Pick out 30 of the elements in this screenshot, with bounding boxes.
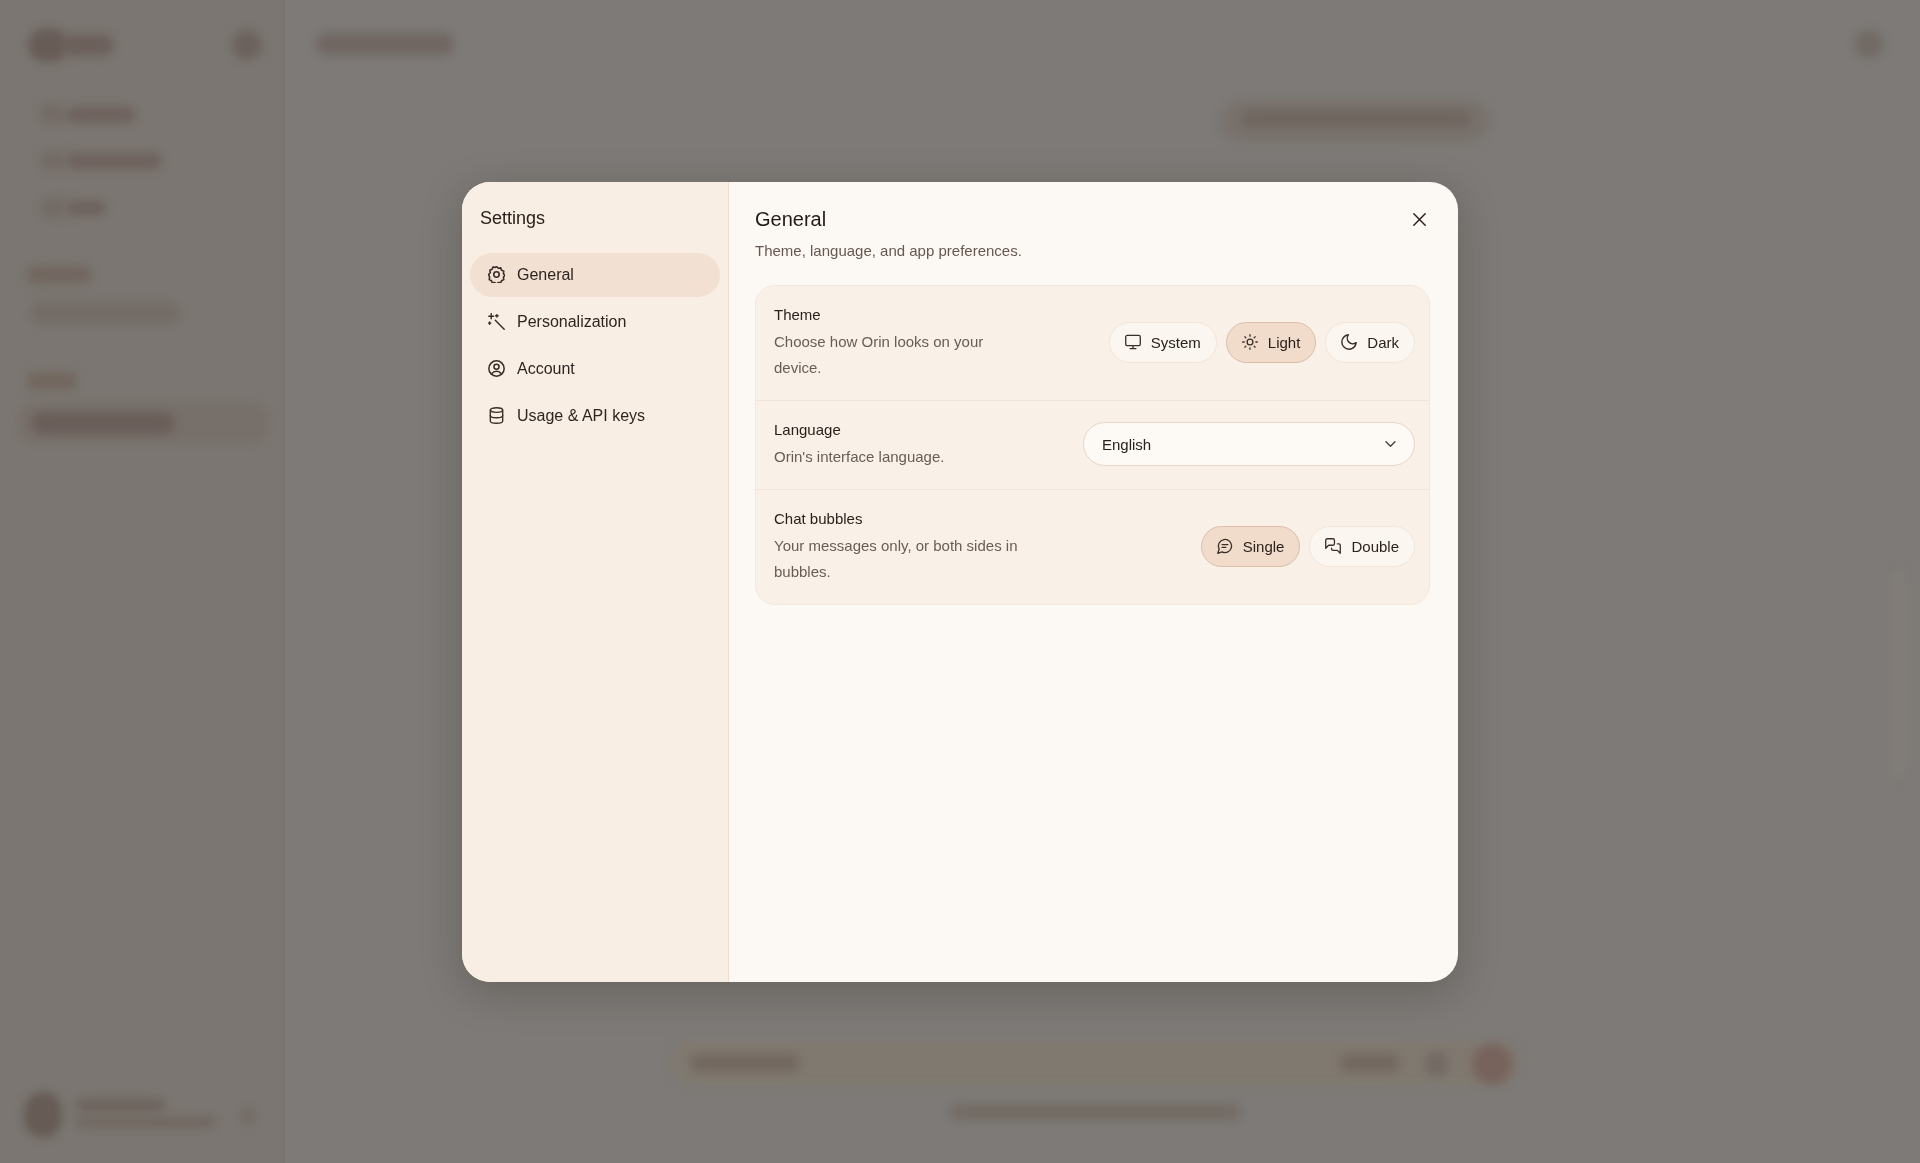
gear-icon (488, 266, 505, 283)
wand-sparkle-icon (488, 313, 505, 330)
language-select[interactable]: English (1083, 422, 1415, 466)
option-button[interactable]: Dark (1325, 321, 1415, 363)
chat-bubble-icon (1216, 538, 1233, 554)
chat-bubbles-icon (1325, 538, 1342, 554)
setting-description: Orin's interface language. (774, 446, 945, 467)
sun-icon (1241, 334, 1258, 350)
option-button[interactable]: Light (1225, 321, 1317, 363)
panel-title: General (755, 206, 828, 232)
nav-item[interactable]: Account (470, 346, 720, 391)
close-icon (1412, 213, 1426, 226)
setting-description: Choose how Orin looks on your device. (774, 331, 985, 378)
setting-label: Chat bubbles (774, 508, 864, 529)
nav-item[interactable]: Usage & API keys (470, 393, 720, 438)
setting-description: Your messages only, or both sides in bubbles. (774, 535, 1019, 582)
option-button[interactable]: System (1108, 321, 1217, 363)
option-button[interactable]: Double (1309, 525, 1415, 567)
monitor-icon (1124, 334, 1141, 350)
option-button[interactable]: Single (1200, 525, 1301, 567)
nav-item[interactable]: General (470, 252, 720, 297)
nav-item[interactable]: Personalization (470, 299, 720, 344)
setting-label: Language (774, 419, 842, 440)
user-circle-icon (488, 360, 505, 377)
database-icon (488, 407, 505, 424)
moon-icon (1341, 334, 1358, 350)
chevron-down-icon (1385, 441, 1396, 447)
setting-label: Theme (774, 304, 822, 325)
settings-title: Settings (480, 206, 547, 230)
panel-subtitle: Theme, language, and app preferences. (755, 240, 1022, 261)
